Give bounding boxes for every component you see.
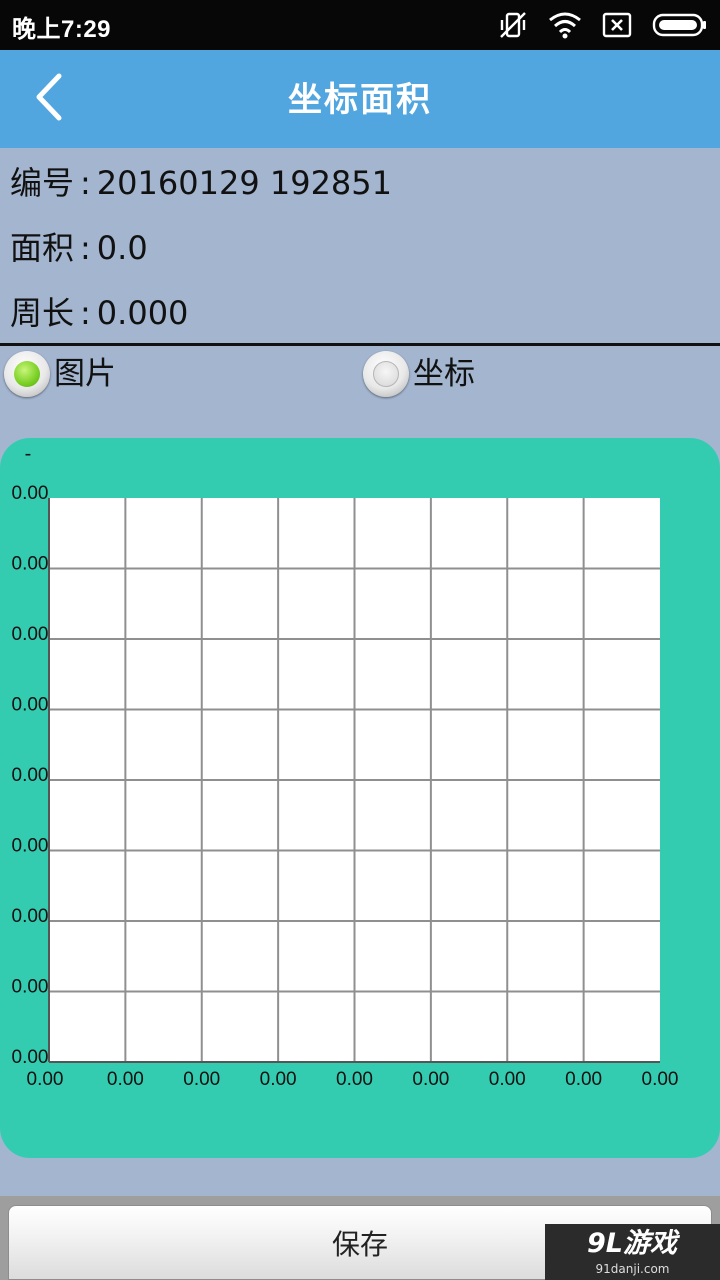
coordinate-chart[interactable]: -0.000.000.000.000.000.000.000.000.000.0…	[0, 438, 720, 1158]
wifi-icon	[548, 11, 582, 39]
x-tick-label: 0.00	[336, 1069, 373, 1090]
chart-title: -	[25, 443, 32, 465]
y-tick-label: 0.00	[12, 624, 49, 645]
y-tick-label: 0.00	[12, 977, 49, 998]
x-tick-label: 0.00	[183, 1069, 220, 1090]
area-value: 0.0	[96, 229, 148, 267]
area-separator: :	[80, 229, 91, 267]
page-title: 坐标面积	[288, 80, 432, 120]
id-separator: :	[80, 164, 91, 202]
watermark: 9L游戏 91danji.com	[545, 1224, 720, 1280]
id-value: 20160129 192851	[96, 164, 392, 202]
x-tick-label: 0.00	[260, 1069, 297, 1090]
area-row: 面积:0.0	[10, 228, 148, 268]
x-tick-label: 0.00	[642, 1069, 679, 1090]
id-label: 编号	[10, 164, 75, 202]
perimeter-separator: :	[80, 294, 91, 332]
y-tick-label: 0.00	[12, 1047, 49, 1068]
watermark-logo: 9L游戏	[587, 1228, 677, 1259]
watermark-url: 91danji.com	[595, 1262, 670, 1276]
title-bar: 坐标面积	[0, 50, 720, 148]
y-tick-label: 0.00	[12, 836, 49, 857]
radio-button-unselected[interactable]	[363, 351, 409, 397]
vibrate-off-icon	[498, 10, 528, 40]
status-bar: 晚上7:29	[0, 0, 720, 50]
radio-coordinate-label: 坐标	[413, 356, 475, 392]
x-tick-label: 0.00	[489, 1069, 526, 1090]
radio-image[interactable]: 图片	[4, 349, 116, 399]
y-tick-label: 0.00	[12, 483, 49, 504]
radio-image-label: 图片	[54, 356, 116, 392]
info-panel: 编号:20160129 192851 面积:0.0 周长:0.000	[0, 148, 720, 344]
perimeter-row: 周长:0.000	[10, 293, 188, 333]
x-tick-label: 0.00	[107, 1069, 144, 1090]
sim-none-icon	[602, 12, 632, 38]
radio-button-selected[interactable]	[4, 351, 50, 397]
battery-icon	[652, 12, 708, 38]
x-tick-label: 0.00	[412, 1069, 449, 1090]
radio-coordinate[interactable]: 坐标	[363, 349, 475, 399]
chart-card: -0.00 0.00 0.00 0.00 0.00 0.00 0.00 0.00 0.00 0.0…	[0, 438, 720, 1158]
id-row: 编号:20160129 192851	[10, 163, 392, 203]
area-label: 面积	[10, 229, 75, 267]
y-tick-label: 0.00	[12, 906, 49, 927]
y-tick-label: 0.00	[12, 554, 49, 575]
perimeter-value: 0.000	[96, 294, 189, 332]
perimeter-label: 周长	[10, 294, 75, 332]
y-tick-label: 0.00	[12, 765, 49, 786]
x-tick-label: 0.00	[565, 1069, 602, 1090]
x-tick-label: 0.00	[27, 1069, 64, 1090]
y-tick-label: 0.00	[12, 695, 49, 716]
status-icons	[498, 10, 708, 40]
status-time: 晚上7:29	[12, 16, 112, 43]
divider	[0, 343, 720, 346]
